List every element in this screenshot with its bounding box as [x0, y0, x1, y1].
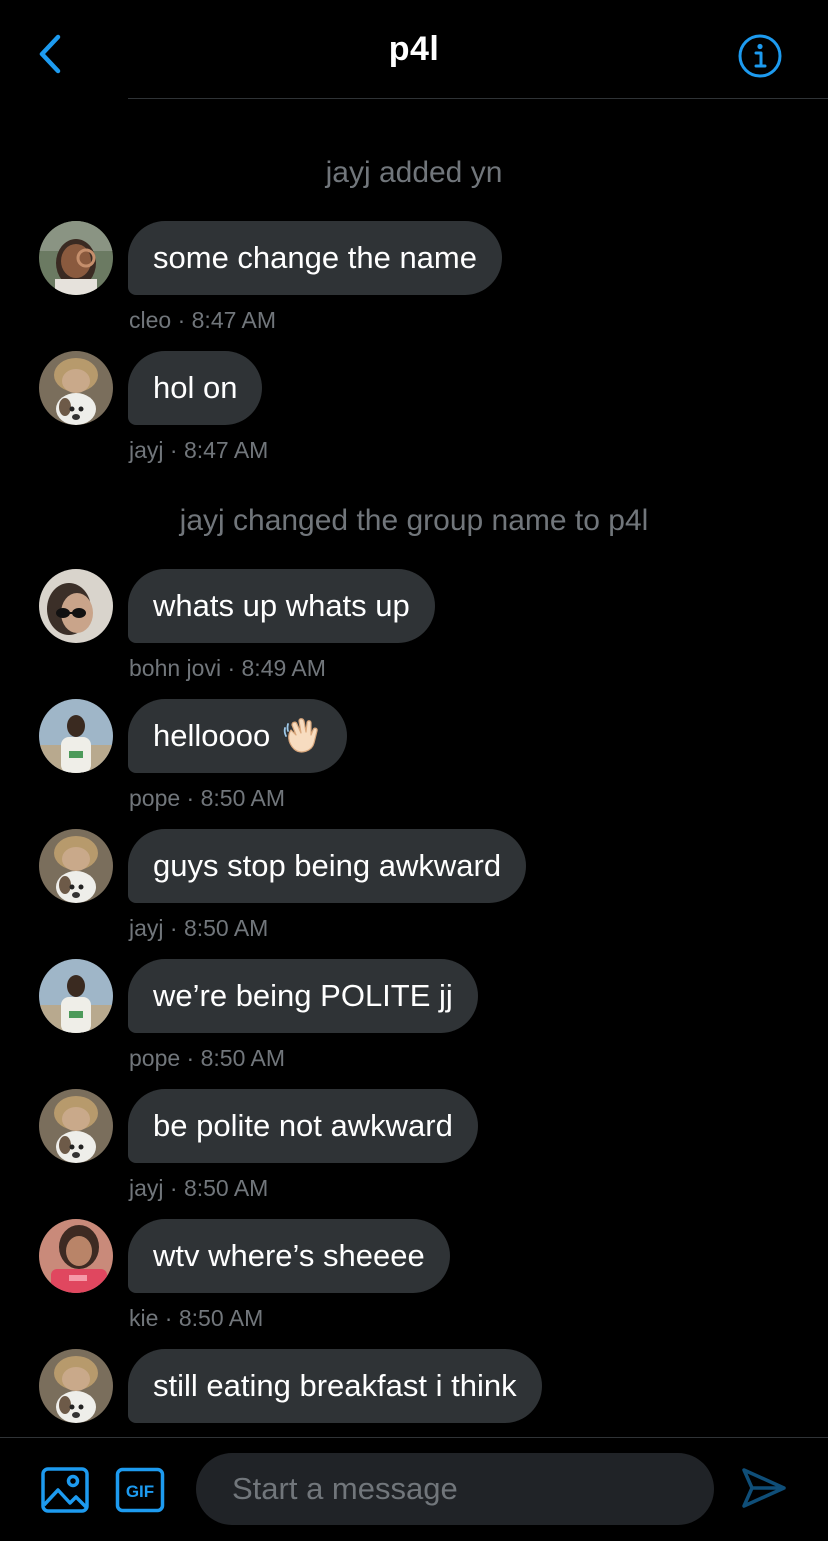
avatar-bohn-jovi[interactable] [39, 569, 113, 643]
add-media-button[interactable] [40, 1465, 92, 1515]
gif-label: GIF [126, 1482, 154, 1501]
message-meta: jayj · 8:47 AM [129, 437, 269, 463]
message-bubble[interactable]: wtv where’s sheeee [128, 1219, 450, 1293]
message-meta: jayj · 8:50 AM [129, 1175, 269, 1201]
avatar-pope[interactable] [39, 699, 113, 773]
message-meta: pope · 8:50 AM [129, 785, 285, 811]
message-list[interactable]: jayj added yn some change the name cleo … [0, 99, 828, 1437]
message-input[interactable] [196, 1453, 714, 1525]
avatar-jayj[interactable] [39, 829, 113, 903]
avatar-kie[interactable] [39, 1219, 113, 1293]
system-note-group-renamed: jayj changed the group name to p4l [179, 504, 649, 537]
avatar-jayj[interactable] [39, 351, 113, 425]
avatar-jayj[interactable] [39, 1349, 113, 1423]
message-meta: jayj · 8:50 AM [129, 915, 269, 941]
conversation-title[interactable]: p4l [0, 30, 828, 69]
avatar-jayj[interactable] [39, 1089, 113, 1163]
message-composer: GIF [0, 1437, 828, 1541]
image-icon [41, 1467, 89, 1513]
composer-divider [0, 1437, 828, 1438]
message-bubble[interactable]: some change the name [128, 221, 502, 295]
system-note-member-added: jayj added yn [325, 156, 503, 189]
message-bubble[interactable]: still eating breakfast i think [128, 1349, 542, 1423]
message-row: still eating breakfast i think [0, 1349, 828, 1437]
message-meta: pope · 8:50 AM [129, 1045, 285, 1071]
waving-hand-icon [283, 718, 318, 753]
message-row: wtv where’s sheeee kie · 8:50 AM [0, 1219, 828, 1345]
message-bubble[interactable]: be polite not awkward [128, 1089, 478, 1163]
message-row: whats up whats up bohn jovi · 8:49 AM [0, 569, 828, 695]
avatar-cleo[interactable] [39, 221, 113, 295]
message-row: hol on jayj · 8:47 AM [0, 351, 828, 477]
message-bubble[interactable]: hol on [128, 351, 263, 425]
message-meta: bohn jovi · 8:49 AM [129, 655, 326, 681]
message-bubble[interactable]: we’re being POLITE jj [128, 959, 478, 1033]
message-text: helloooo [153, 718, 271, 753]
send-button[interactable] [738, 1465, 788, 1511]
send-icon [742, 1468, 786, 1508]
conversation-header: p4l [0, 0, 828, 98]
message-row: guys stop being awkward jayj · 8:50 AM [0, 829, 828, 955]
message-row: some change the name cleo · 8:47 AM [0, 221, 828, 347]
message-row: we’re being POLITE jj pope · 8:50 AM [0, 959, 828, 1085]
message-bubble[interactable]: helloooo [128, 699, 348, 773]
gif-icon: GIF [115, 1467, 165, 1513]
message-row: be polite not awkward jayj · 8:50 AM [0, 1089, 828, 1215]
conversation-info-button[interactable] [736, 32, 784, 80]
message-bubble[interactable]: guys stop being awkward [128, 829, 527, 903]
gif-button[interactable]: GIF [115, 1467, 165, 1513]
avatar-pope[interactable] [39, 959, 113, 1033]
message-bubble[interactable]: whats up whats up [128, 569, 435, 643]
message-row: helloooo pope · 8:50 AM [0, 699, 828, 825]
message-meta: kie · 8:50 AM [129, 1305, 264, 1331]
message-meta: cleo · 8:47 AM [129, 307, 277, 333]
info-icon [738, 34, 782, 78]
